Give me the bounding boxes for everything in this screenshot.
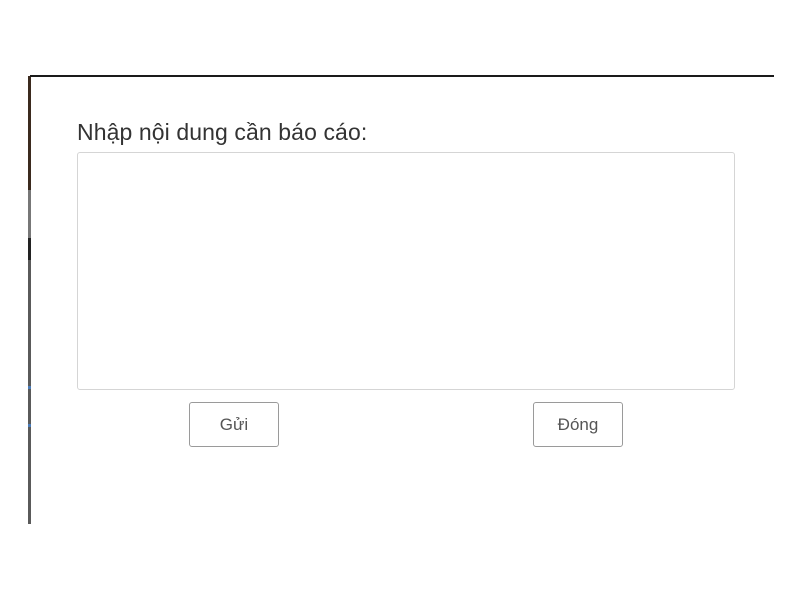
report-content-textarea[interactable]: [77, 152, 735, 390]
send-button[interactable]: Gửi: [189, 402, 279, 447]
dialog-title: Nhập nội dung cần báo cáo:: [77, 119, 368, 145]
close-button[interactable]: Đóng: [533, 402, 623, 447]
page: Nhập nội dung cần báo cáo: Gửi Đóng: [0, 0, 800, 600]
report-dialog: Nhập nội dung cần báo cáo: Gửi Đóng: [31, 77, 774, 524]
